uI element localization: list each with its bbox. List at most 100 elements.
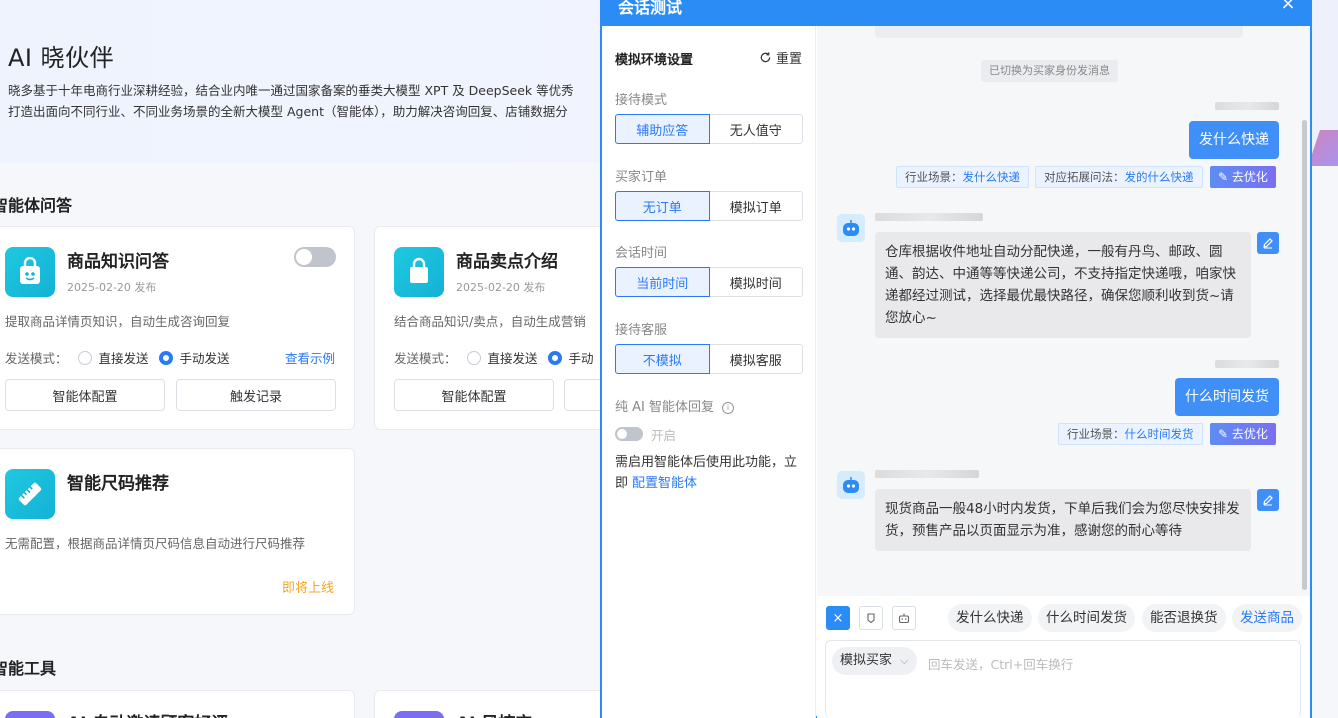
segment-assist-reply[interactable]: 辅助应答: [615, 114, 710, 144]
agent-card-size-recommend: 智能尺码推荐 无需配置，根据商品详情页尺码信息自动进行尺码推荐 即将上线: [0, 448, 355, 615]
modal-header: 会话测试 ×: [602, 0, 1310, 26]
shield-icon: [394, 711, 444, 718]
configure-agent-link[interactable]: 配置智能体: [632, 476, 697, 491]
radio-manual-send[interactable]: [547, 350, 562, 365]
buyer-order-segment: 无订单 模拟订单: [615, 191, 803, 221]
segment-simulate-order[interactable]: 模拟订单: [709, 191, 803, 221]
refresh-icon: [760, 52, 771, 63]
magic-wand-icon: ✎: [1218, 170, 1232, 184]
pencil-icon: [1263, 495, 1273, 506]
segment-no-order[interactable]: 无订单: [615, 191, 710, 221]
role-select[interactable]: 模拟买家 ⌵: [832, 647, 917, 675]
pure-ai-toggle-label: 开启: [651, 428, 677, 443]
pencil-icon: [1263, 238, 1273, 249]
pure-ai-toggle[interactable]: [615, 427, 643, 441]
quick-reply-chip[interactable]: 能否退换货: [1142, 604, 1226, 632]
quick-reply-chip[interactable]: 发什么快递: [948, 604, 1032, 632]
agent-description: 结合商品知识/卖点，自动生成营销: [394, 314, 586, 329]
quick-reply-chip[interactable]: 什么时间发货: [1038, 604, 1135, 632]
agent-date: 2025-02-20 发布: [456, 281, 546, 294]
edit-reply-button[interactable]: [1257, 232, 1279, 254]
magic-wand-icon: ✎: [1218, 427, 1232, 441]
bot-message-bubble: 现货商品一般48小时内发货，下单后我们会为您尽快安排发货，预售产品以页面显示为准…: [875, 489, 1251, 551]
agent-enable-toggle[interactable]: [294, 247, 336, 267]
reception-mode-label: 接待模式: [615, 93, 668, 108]
reception-cs-segment: 不模拟 模拟客服: [615, 344, 803, 374]
buyer-message-bubble: 发什么快递: [1189, 121, 1279, 159]
scene-tag: 行业场景：什么时间发货: [1058, 423, 1203, 445]
segment-current-time[interactable]: 当前时间: [615, 267, 710, 297]
message-composer: × 发什么快递 什么时间发货 能否退换货 发送商品 模拟买家 ⌵ 回车发送，Ct…: [817, 596, 1310, 718]
message-input-placeholder: 回车发送，Ctrl+回车换行: [928, 657, 1074, 672]
reception-cs-label: 接待客服: [615, 323, 668, 338]
shopping-bag-icon: [394, 247, 444, 297]
previous-message-bubble: [875, 26, 1243, 38]
segment-unattended[interactable]: 无人值守: [709, 114, 803, 144]
reset-button[interactable]: 重置: [759, 48, 802, 67]
agent-name: 商品卖点介绍: [456, 252, 558, 272]
tool-name: AI 风控宝: [456, 709, 532, 718]
bot-name-blurred: [875, 470, 979, 478]
chat-scrollbar[interactable]: [1302, 120, 1307, 590]
agent-config-button[interactable]: 智能体配置: [394, 379, 554, 411]
system-message: 已切换为买家身份发消息: [981, 60, 1118, 82]
buyer-order-label: 买家订单: [615, 170, 668, 185]
pure-ai-label: 纯 AI 智能体回复 i: [615, 396, 734, 415]
segment-simulate-time[interactable]: 模拟时间: [709, 267, 803, 297]
radio-direct-send[interactable]: [466, 350, 481, 365]
agent-date: 2025-02-20 发布: [67, 281, 157, 294]
info-icon[interactable]: i: [722, 401, 734, 414]
page-title: AI 晓伙伴: [8, 44, 115, 72]
session-test-modal: 会话测试 × 模拟环境设置 重置 接待模式 辅助应答 无人值守 买家订单 无订单…: [600, 0, 1312, 718]
segment-simulate-cs[interactable]: 模拟客服: [709, 344, 803, 374]
hero-decoration: [1308, 130, 1338, 166]
agent-name: 智能尺码推荐: [67, 474, 169, 494]
review-icon: [5, 711, 55, 718]
trigger-records-button[interactable]: 触发记录: [176, 379, 336, 411]
optimize-button[interactable]: ✎ 去优化: [1210, 423, 1276, 445]
agent-description: 无需配置，根据商品详情页尺码信息自动进行尺码推荐: [5, 536, 306, 551]
bot-name-blurred: [875, 213, 983, 221]
robot-icon[interactable]: [892, 606, 916, 630]
radio-direct-send[interactable]: [77, 350, 92, 365]
section-title-tools: 智能工具: [0, 659, 57, 678]
close-icon[interactable]: ×: [1266, 0, 1310, 14]
send-mode-row: 发送模式： 直接发送 手动: [394, 350, 594, 366]
simulation-settings-panel: 模拟环境设置 重置 接待模式 辅助应答 无人值守 买家订单 无订单 模拟订单 会…: [602, 26, 816, 718]
ruler-icon: [5, 469, 55, 519]
send-mode-row: 发送模式： 直接发送 手动发送 查看示例: [5, 348, 335, 367]
buyer-name-blurred: [1215, 102, 1279, 110]
session-time-label: 会话时间: [615, 246, 668, 261]
view-example-link[interactable]: 查看示例: [285, 348, 335, 367]
edit-reply-button[interactable]: [1257, 489, 1279, 511]
bot-avatar-icon: [837, 471, 865, 499]
bot-avatar-icon: [837, 214, 865, 242]
radio-manual-send[interactable]: [158, 350, 173, 365]
scene-tag: 行业场景：发什么快递: [896, 166, 1029, 188]
extended-question-tag: 对应拓展问法：发的什么快递: [1035, 166, 1203, 188]
settings-title: 模拟环境设置: [615, 53, 694, 68]
config-note: 需启用智能体后使用此功能，立即 配置智能体: [615, 455, 798, 491]
segment-no-simulate[interactable]: 不模拟: [615, 344, 710, 374]
chat-area: 已切换为买家身份发消息 发什么快递 行业场景：发什么快递 对应拓展问法：发的什么…: [817, 26, 1310, 596]
buyer-name-blurred: [1215, 360, 1279, 368]
bag-robot-icon: [5, 247, 55, 297]
history-icon[interactable]: [859, 606, 883, 630]
agent-description: 提取商品详情页知识，自动生成咨询回复: [5, 314, 231, 329]
agent-card-selling-points: 商品卖点介绍 2025-02-20 发布 结合商品知识/卖点，自动生成营销 发送…: [374, 226, 664, 430]
tool-card-risk-control: AI 风控宝: [374, 690, 634, 718]
send-product-button[interactable]: 发送商品: [1232, 604, 1302, 632]
reception-mode-segment: 辅助应答 无人值守: [615, 114, 803, 144]
modal-title: 会话测试: [618, 0, 683, 17]
agent-config-button[interactable]: 智能体配置: [5, 379, 165, 411]
chevron-down-icon: ⌵: [900, 654, 909, 667]
message-input-box[interactable]: 模拟买家 ⌵ 回车发送，Ctrl+回车换行: [825, 640, 1301, 718]
section-title-agents: 智能体问答: [0, 196, 73, 215]
tool-card-review-invite: AI 自动邀请顾客好评: [0, 690, 355, 718]
optimize-button[interactable]: ✎ 去优化: [1210, 166, 1276, 188]
close-quick-bar-icon[interactable]: ×: [826, 606, 850, 630]
page-description: 晓多基于十年电商行业深耕经验，结合业内唯一通过国家备案的垂类大模型 XPT 及 …: [8, 83, 574, 119]
agent-name: 商品知识问答: [67, 252, 169, 272]
agent-card-product-knowledge: 商品知识问答 2025-02-20 发布 提取商品详情页知识，自动生成咨询回复 …: [0, 226, 355, 430]
session-time-segment: 当前时间 模拟时间: [615, 267, 803, 297]
